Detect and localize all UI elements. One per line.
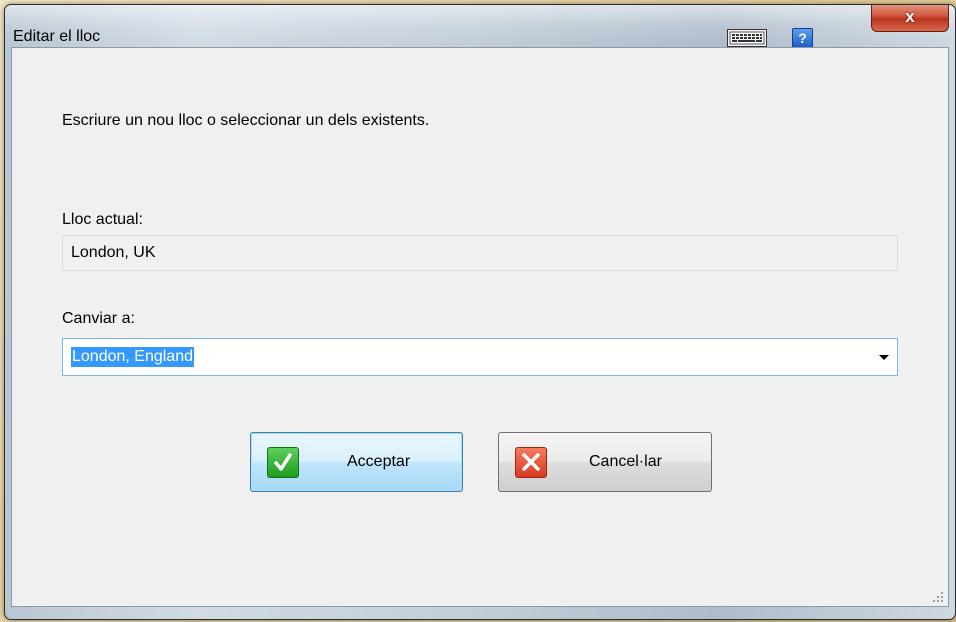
instruction-text: Escriure un nou lloc o seleccionar un de… xyxy=(62,112,430,129)
x-icon xyxy=(515,447,547,478)
title-bar[interactable]: Editar el lloc ? x xyxy=(5,5,955,48)
change-to-combobox[interactable]: London, England xyxy=(62,338,898,376)
help-icon-glyph: ? xyxy=(798,30,807,46)
help-icon[interactable]: ? xyxy=(792,28,813,48)
dialog-window: Editar el lloc ? x Escriure un nou lloc … xyxy=(4,4,956,620)
cancel-button-label: Cancel·lar xyxy=(589,453,662,470)
checkmark-icon xyxy=(267,447,299,478)
cancel-button[interactable]: Cancel·lar xyxy=(498,432,712,492)
current-location-label: Lloc actual: xyxy=(62,211,143,228)
change-to-label: Canviar a: xyxy=(62,310,135,327)
accept-button-label: Acceptar xyxy=(347,453,411,470)
keyboard-icon[interactable] xyxy=(727,29,767,47)
window-title: Editar el lloc xyxy=(13,28,101,45)
accept-button[interactable]: Acceptar xyxy=(250,432,463,492)
current-location-field: London, UK xyxy=(62,235,898,271)
close-button[interactable]: x xyxy=(871,5,949,32)
dialog-body: Escriure un nou lloc o seleccionar un de… xyxy=(11,47,949,607)
resize-grip-icon[interactable] xyxy=(932,590,944,602)
close-icon: x xyxy=(905,7,915,26)
chevron-down-icon[interactable] xyxy=(879,355,889,360)
change-to-value[interactable]: London, England xyxy=(71,347,194,367)
